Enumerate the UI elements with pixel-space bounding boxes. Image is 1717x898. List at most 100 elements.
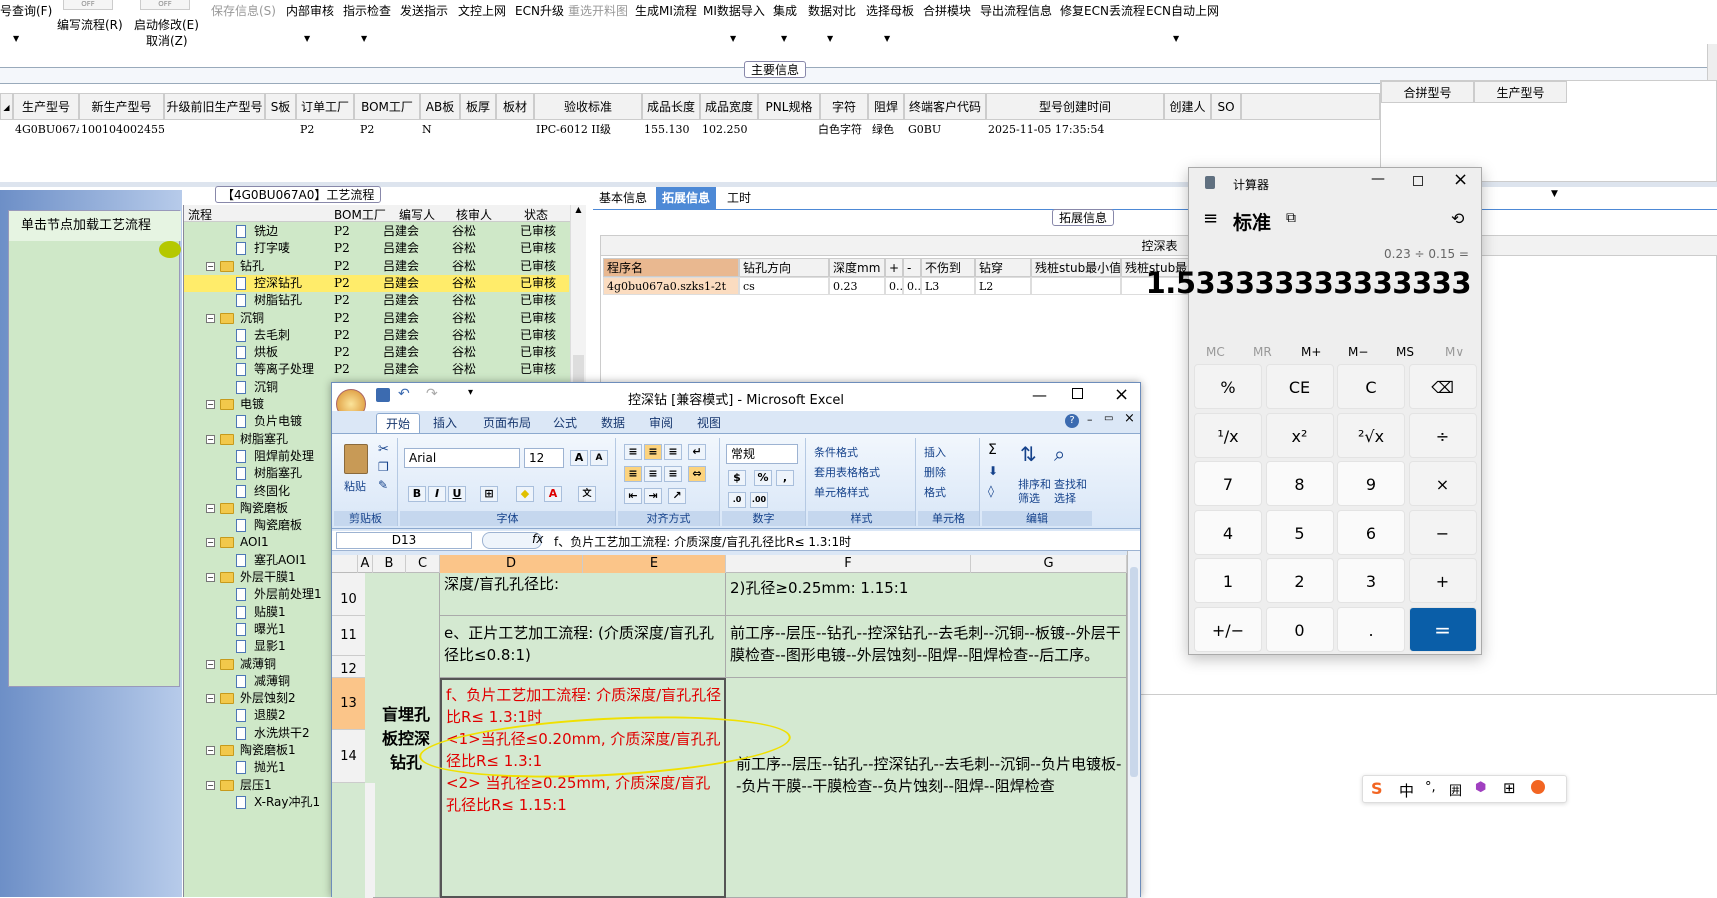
col-g[interactable]: G xyxy=(971,555,1127,573)
cell-mask[interactable]: 绿色 xyxy=(870,120,906,139)
minimize-icon[interactable]: — xyxy=(1032,386,1047,404)
row-14[interactable]: 14 xyxy=(332,730,365,783)
align-left-icon[interactable]: ≡ xyxy=(624,466,642,482)
clear-icon[interactable]: ◊ xyxy=(988,484,994,498)
col-b[interactable]: B xyxy=(373,555,406,573)
excel-vscrollbar[interactable] xyxy=(1127,551,1140,898)
col-depth[interactable]: 深度mm xyxy=(829,258,885,277)
fx-icon[interactable]: fx xyxy=(532,532,543,546)
col-header[interactable]: 成品宽度 xyxy=(700,93,758,120)
merge-header[interactable]: 合拼型号 xyxy=(1381,81,1474,103)
clear-entry-button[interactable]: CE xyxy=(1265,364,1334,409)
col-header[interactable]: AB板 xyxy=(420,93,460,120)
col-header[interactable]: PNL规格 xyxy=(758,93,820,120)
digit-0[interactable]: 0 xyxy=(1265,606,1334,652)
tab-review[interactable]: 审阅 xyxy=(640,413,682,433)
tab-home[interactable]: 开始 xyxy=(376,413,421,433)
percent-icon[interactable]: % xyxy=(754,470,772,486)
toolbar-save[interactable]: 保存信息(S) xyxy=(211,2,276,19)
merge-center-icon[interactable]: ⇔ xyxy=(688,466,706,482)
digit-2[interactable]: 2 xyxy=(1265,558,1334,603)
ribbon-restore-icon[interactable]: ▭ xyxy=(1104,413,1113,424)
digit-4[interactable]: 4 xyxy=(1194,509,1262,555)
select-all[interactable] xyxy=(332,555,358,573)
fill-icon[interactable]: ⬇ xyxy=(988,464,998,478)
sort-filter-icon[interactable]: ⇅ xyxy=(1020,442,1037,466)
toolbar-query[interactable]: 号查询(F) xyxy=(0,2,52,19)
cell-d10[interactable]: 深度/盲孔孔径比: xyxy=(440,573,726,616)
insert-button[interactable]: 插入 xyxy=(924,444,946,460)
collapse-icon[interactable]: − xyxy=(206,503,215,513)
tree-scrollbar[interactable]: ▲ xyxy=(570,205,586,385)
ime-keyboard[interactable]: 囲 xyxy=(1449,780,1462,799)
col-header[interactable]: 创建人 xyxy=(1164,93,1211,120)
col-header[interactable]: BOM工厂 xyxy=(354,93,420,120)
tab-extended-info[interactable]: 拓展信息 xyxy=(656,187,717,209)
cell-through[interactable]: L2 xyxy=(975,277,1031,295)
load-flow-hint[interactable]: 单击节点加载工艺流程 xyxy=(9,211,181,241)
tab-insert[interactable]: 插入 xyxy=(424,413,466,433)
collapse-icon[interactable]: − xyxy=(206,434,215,444)
italic-icon[interactable]: I xyxy=(428,486,446,502)
col-no-damage[interactable]: 不伤到 xyxy=(921,258,975,277)
col-header[interactable]: 成品长度 xyxy=(642,93,700,120)
digit-7[interactable]: 7 xyxy=(1194,461,1262,506)
cell-f14[interactable]: 前工序--层压--钻孔--控深钻孔--去毛刺--沉铜--负片电镀板--负片干膜-… xyxy=(726,678,1127,898)
cell-f10[interactable]: 2)孔径≥0.25mm: 1.15:1 xyxy=(726,573,1127,616)
toolbar-reselect[interactable]: 重选开料图 xyxy=(568,2,628,19)
ime-skin[interactable]: ⬢ xyxy=(1475,780,1486,795)
tree-row[interactable]: 打字唛 P2 吕建会 谷松 已审核 xyxy=(184,240,569,257)
mr-button[interactable]: MR xyxy=(1253,345,1272,359)
toolbar-doc-online[interactable]: 文控上网 xyxy=(458,2,506,19)
collapse-icon[interactable]: − xyxy=(206,573,215,582)
ime-punct[interactable]: °, xyxy=(1425,780,1436,795)
row-11[interactable]: 11 xyxy=(332,616,365,656)
digit-6[interactable]: 6 xyxy=(1337,509,1405,555)
align-center-icon[interactable]: ≡ xyxy=(644,466,662,482)
tab-basic-info[interactable]: 基本信息 xyxy=(593,187,653,209)
paste-icon[interactable] xyxy=(344,444,368,474)
help-icon[interactable]: ? xyxy=(1065,414,1079,428)
find-select-label-2[interactable]: 选择 xyxy=(1054,490,1076,506)
toolbar-ecn-auto[interactable]: ECN自动上网 xyxy=(1146,2,1219,19)
scroll-thumb[interactable] xyxy=(573,355,584,385)
row-12[interactable]: 12 xyxy=(332,656,365,678)
col-f[interactable]: F xyxy=(726,555,971,573)
cell-length[interactable]: 155.130 xyxy=(642,120,700,139)
tree-row[interactable]: 树脂钻孔 P2 吕建会 谷松 已审核 xyxy=(184,292,569,309)
m-plus-button[interactable]: M+ xyxy=(1301,345,1321,359)
toolbar-gen-mi[interactable]: 生成MI流程 xyxy=(635,2,697,19)
orientation-icon[interactable]: ↗ xyxy=(668,488,686,504)
format-as-table-button[interactable]: 套用表格格式 xyxy=(814,464,880,480)
cell-customer[interactable]: G0BU xyxy=(906,120,986,139)
digit-3[interactable]: 3 xyxy=(1337,558,1405,603)
chevron-down-icon[interactable]: ▼ xyxy=(304,34,310,43)
comma-icon[interactable]: , xyxy=(776,470,794,486)
sqrt-button[interactable]: ²√x xyxy=(1337,412,1405,458)
equals-button[interactable]: = xyxy=(1408,606,1477,652)
col-header[interactable]: 型号创建时间 xyxy=(986,93,1164,120)
close-icon[interactable]: × xyxy=(1453,169,1468,190)
cell-program[interactable]: 4g0bu067a0.szks1-2t xyxy=(603,277,739,295)
tab-page-layout[interactable]: 页面布局 xyxy=(474,413,540,433)
toolbar-write-flow[interactable]: 编写流程(R) xyxy=(57,16,123,33)
tree-col-flow[interactable]: 流程 xyxy=(188,206,212,223)
find-select-icon[interactable]: ⌕ xyxy=(1054,442,1065,466)
increase-indent-icon[interactable]: ⇥ xyxy=(644,488,662,504)
row-10[interactable]: 10 xyxy=(332,573,365,616)
chevron-down-icon[interactable]: ▼ xyxy=(827,34,833,43)
tree-col-reviewer[interactable]: 核审人 xyxy=(456,206,492,223)
tree-row[interactable]: 等离子处理 P2 吕建会 谷松 已审核 xyxy=(184,361,569,378)
chevron-down-icon[interactable]: ▼ xyxy=(1173,34,1179,43)
tree-col-bom[interactable]: BOM工厂 xyxy=(334,206,386,223)
tree-row[interactable]: 烘板 P2 吕建会 谷松 已审核 xyxy=(184,344,569,361)
currency-icon[interactable]: $ xyxy=(728,470,746,486)
col-header[interactable]: 新生产型号 xyxy=(79,93,164,120)
reciprocal-button[interactable]: ¹/x xyxy=(1194,412,1262,458)
cell-new-model[interactable]: 10010400245563 xyxy=(79,120,164,139)
toolbar-start-edit[interactable]: 启动修改(E) xyxy=(134,16,199,33)
cell-d13[interactable]: f、负片工艺加工流程: 介质深度/盲孔孔径比R≤ 1.3:1时 <1>当孔径≤0… xyxy=(440,678,726,898)
backspace-icon[interactable]: ⌫ xyxy=(1408,364,1477,409)
memory-list-button[interactable]: M∨ xyxy=(1445,345,1464,359)
tab-data[interactable]: 数据 xyxy=(592,413,634,433)
